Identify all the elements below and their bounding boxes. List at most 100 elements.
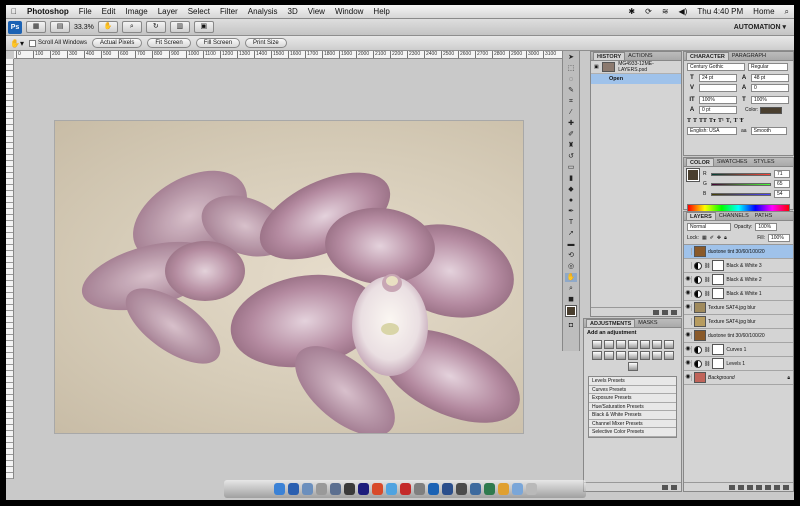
underline-button[interactable]: T (734, 118, 738, 124)
menu-filter[interactable]: Filter (215, 7, 243, 16)
bluetooth-icon[interactable]: ✱ (623, 7, 640, 16)
sync-icon[interactable]: ⟳ (640, 7, 657, 16)
foreground-color-swatch[interactable] (565, 305, 577, 317)
app-dock-icon-10[interactable] (497, 483, 509, 495)
print-size-button[interactable]: Print Size (245, 38, 287, 48)
exposure-icon[interactable] (627, 340, 638, 349)
black-white-icon[interactable] (591, 351, 602, 360)
zoom-level[interactable]: 33.3% (74, 24, 94, 31)
layer-row[interactable]: ◉ ⛓ Black & White 2 (684, 273, 793, 287)
3d-orbit-tool-icon[interactable]: ◎ (565, 262, 577, 271)
subscript-button[interactable]: T₁ (726, 118, 732, 124)
safari-dock-icon[interactable] (287, 483, 299, 495)
new-group-icon[interactable] (765, 484, 771, 490)
app-dock-icon-11[interactable] (511, 483, 523, 495)
calendar-dock-icon[interactable] (371, 483, 383, 495)
tracking-field[interactable]: 0 (751, 84, 789, 92)
tab-swatches[interactable]: SWATCHES (714, 158, 751, 166)
fill-field[interactable]: 100% (768, 234, 790, 242)
tab-styles[interactable]: STYLES (750, 158, 777, 166)
rotate-view-icon[interactable]: ↻ (145, 21, 166, 33)
trash-dock-icon[interactable] (525, 483, 537, 495)
lasso-tool-icon[interactable]: ◌ (565, 75, 577, 84)
leading-field[interactable]: 48 pt (751, 74, 789, 82)
3d-rotate-tool-icon[interactable]: ⟲ (565, 251, 577, 260)
layer-row[interactable]: ◉ Background 🔒︎ (684, 371, 793, 385)
app-dock-icon-2[interactable] (343, 483, 355, 495)
faux-bold-button[interactable]: T (687, 118, 691, 124)
delete-state-icon[interactable] (671, 309, 677, 315)
green-field[interactable]: 65 (774, 180, 790, 188)
menu-image[interactable]: Image (120, 7, 152, 16)
preset-exposure[interactable]: Exposure Presets (589, 394, 676, 403)
layer-mask-thumbnail[interactable] (712, 358, 725, 369)
layer-visibility-eye-icon[interactable]: ◉ (685, 346, 692, 353)
foreground-color-chip[interactable] (686, 168, 700, 182)
lock-position-icon[interactable]: ✥ (717, 235, 721, 241)
add-mask-icon[interactable] (747, 484, 753, 490)
kerning-field[interactable] (699, 84, 737, 92)
layer-mask-thumbnail[interactable] (712, 274, 725, 285)
blend-mode-select[interactable]: Normal (687, 223, 731, 231)
preset-black-white[interactable]: Black & White Presets (589, 411, 676, 420)
dodge-tool-icon[interactable]: ● (565, 196, 577, 205)
path-select-tool-icon[interactable]: ➚ (565, 229, 577, 238)
superscript-button[interactable]: T¹ (718, 118, 724, 124)
spotlight-icon[interactable]: ⌕ (780, 7, 794, 17)
channel-mixer-icon[interactable] (615, 351, 626, 360)
menu-photoshop[interactable]: Photoshop (22, 7, 74, 16)
app-dock-icon-4[interactable] (399, 483, 411, 495)
layer-thumbnail[interactable] (694, 372, 706, 383)
brush-tool-icon[interactable]: ✐ (565, 130, 577, 139)
tab-paths[interactable]: PATHS (752, 212, 776, 220)
shape-tool-icon[interactable]: ▬ (565, 240, 577, 249)
lock-image-icon[interactable]: ✐ (710, 235, 714, 241)
view-extras-icon[interactable]: ▤ (50, 21, 70, 33)
tab-masks[interactable]: MASKS (635, 319, 660, 327)
font-size-field[interactable]: 24 pt (699, 74, 737, 82)
language-select[interactable]: English: USA (687, 127, 737, 135)
layer-thumbnail[interactable] (694, 302, 706, 313)
posterize-icon[interactable] (639, 351, 650, 360)
app-dock-icon-9[interactable] (483, 483, 495, 495)
finder-dock-icon[interactable] (273, 483, 285, 495)
tab-history[interactable]: HISTORY (593, 52, 626, 60)
layer-row[interactable]: ◉ duotone tint 30/60/100/20 (684, 329, 793, 343)
layer-row[interactable]: duotone tint 30/60/100/20 (684, 245, 793, 259)
layer-row[interactable]: ⛓ Black & White 3 (684, 259, 793, 273)
link-layers-icon[interactable] (729, 484, 735, 490)
quick-mask-icon[interactable]: ◘ (565, 321, 577, 330)
layer-thumbnail[interactable] (694, 316, 706, 327)
menu-analysis[interactable]: Analysis (243, 7, 283, 16)
eraser-tool-icon[interactable]: ▭ (565, 163, 577, 172)
red-slider[interactable] (711, 172, 771, 176)
layer-row[interactable]: ◉ ⛓ Black & White 1 (684, 287, 793, 301)
tab-character[interactable]: CHARACTER (686, 52, 729, 60)
zoom-tool-icon[interactable]: ⌕ (121, 21, 142, 33)
green-slider[interactable] (711, 182, 771, 186)
ichat-dock-icon[interactable] (385, 483, 397, 495)
new-layer-icon[interactable] (774, 484, 780, 490)
screen-mode-icon[interactable]: ▣ (193, 21, 214, 33)
small-caps-button[interactable]: Tт (709, 118, 716, 124)
app-dock-icon-6[interactable] (441, 483, 453, 495)
layer-link-icon[interactable]: ⛓ (704, 263, 710, 269)
layer-mask-thumbnail[interactable] (712, 288, 725, 299)
menu-select[interactable]: Select (183, 7, 215, 16)
delete-layer-icon[interactable] (783, 484, 789, 490)
quick-select-tool-icon[interactable]: ✎ (565, 86, 577, 95)
layer-visibility-eye-icon[interactable] (685, 248, 692, 255)
red-field[interactable]: 71 (774, 170, 790, 178)
hand-tool-icon[interactable]: ✋ (565, 273, 577, 282)
app-dock-icon-1[interactable] (329, 483, 341, 495)
layer-thumbnail[interactable] (694, 330, 706, 341)
photoshop-dock-icon[interactable] (427, 483, 439, 495)
layer-link-icon[interactable]: ⛓ (704, 277, 710, 283)
tab-paragraph[interactable]: PARAGRAPH (729, 52, 769, 60)
opacity-field[interactable]: 100% (755, 223, 778, 231)
invert-icon[interactable] (627, 351, 638, 360)
strikethrough-button[interactable]: Ŧ (740, 118, 744, 124)
layer-mask-thumbnail[interactable] (712, 344, 725, 355)
curves-icon[interactable] (615, 340, 626, 349)
photo-filter-icon[interactable] (603, 351, 614, 360)
